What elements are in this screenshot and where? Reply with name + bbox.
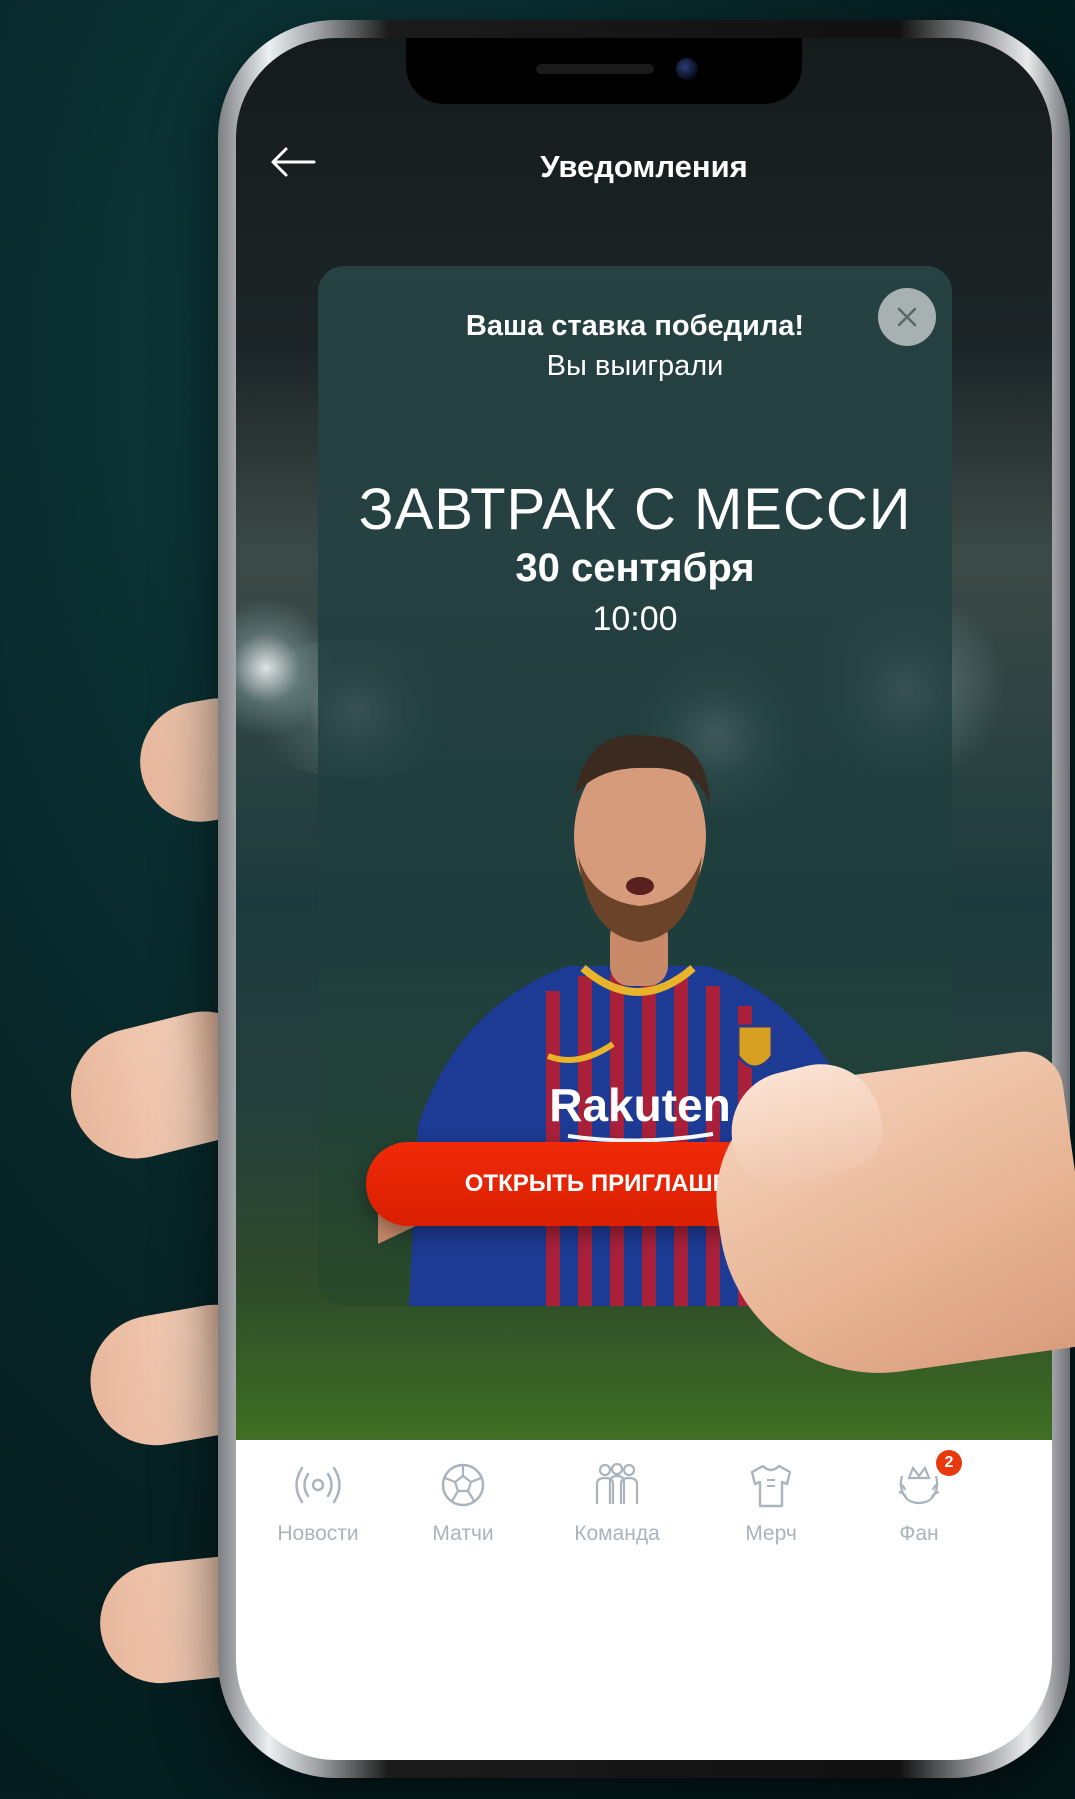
page-title: Уведомления <box>540 149 748 184</box>
tab-team[interactable]: Команда <box>542 1460 692 1570</box>
front-camera <box>676 58 698 80</box>
event-title: ЗАВТРАК С МЕССИ <box>358 477 912 542</box>
tab-merch[interactable]: Мерч <box>696 1460 846 1570</box>
bottom-tab-bar: Новости Матчи Команда Мерч 2 Фан <box>236 1440 1052 1760</box>
event-date: 30 сентября <box>515 546 755 590</box>
tab-label: Матчи <box>432 1522 494 1545</box>
tab-label: Новости <box>277 1522 359 1545</box>
team-icon <box>595 1462 639 1504</box>
tab-fan[interactable]: 2 Фан <box>844 1450 994 1570</box>
phone-screen: Уведомления Ваша ставка победила! Вы выи… <box>236 38 1052 1760</box>
jersey-sponsor: Rakuten <box>549 1079 730 1131</box>
tab-matches[interactable]: Матчи <box>388 1460 538 1570</box>
tab-label: Команда <box>574 1522 660 1545</box>
tab-news[interactable]: Новости <box>243 1460 393 1570</box>
shirt-icon <box>750 1464 792 1508</box>
broadcast-icon <box>295 1466 341 1504</box>
event-time: 10:00 <box>592 600 678 638</box>
phone-notch <box>406 38 802 104</box>
soccer-ball-icon <box>441 1463 485 1507</box>
notification-headline: Ваша ставка победила! <box>465 310 805 342</box>
notification-badge: 2 <box>936 1450 962 1476</box>
tab-label: Фан <box>899 1522 939 1545</box>
notification-subline: Вы выиграли <box>546 350 724 382</box>
phone-frame: Уведомления Ваша ставка победила! Вы выи… <box>218 20 1070 1778</box>
top-bar: Уведомления <box>236 123 1052 203</box>
speaker-grille <box>536 64 654 74</box>
tab-label: Мерч <box>745 1522 797 1545</box>
